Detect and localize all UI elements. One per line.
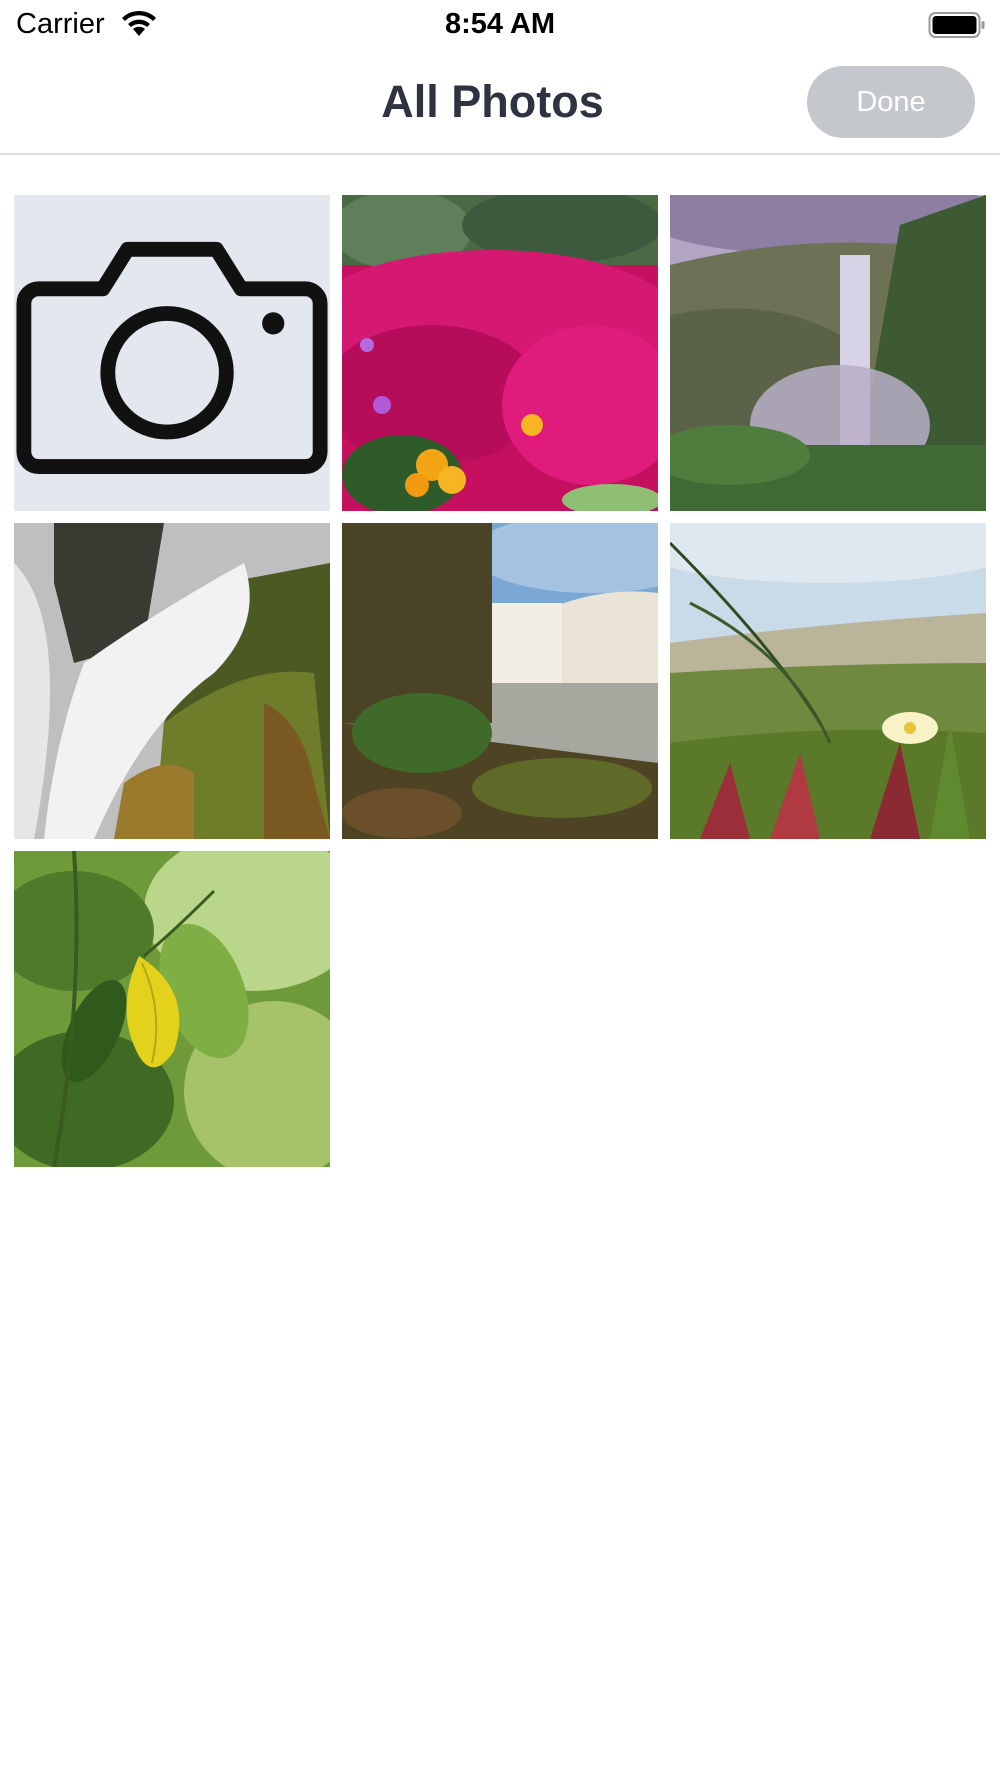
photo-thumbnail[interactable] <box>14 523 330 839</box>
photo-thumbnail[interactable] <box>342 195 658 511</box>
photo-thumbnail[interactable] <box>342 523 658 839</box>
beach-plant-photo <box>670 523 986 839</box>
yellow-leaf-photo <box>14 851 330 1167</box>
done-button[interactable]: Done <box>807 66 975 138</box>
camera-icon <box>16 241 328 474</box>
take-photo-tile[interactable] <box>14 195 330 511</box>
pink-flowers-photo <box>342 195 658 511</box>
photo-picker-screen: Carrier 8:54 AM All Photos Done <box>0 0 1000 1778</box>
waterfall-rocks-photo <box>14 523 330 839</box>
waterfall-river-photo <box>342 523 658 839</box>
nav-bar: All Photos Done <box>0 50 1000 155</box>
photo-thumbnail[interactable] <box>670 195 986 511</box>
photo-thumbnail[interactable] <box>670 523 986 839</box>
waterfall-cliff-photo <box>670 195 986 511</box>
clock: 8:54 AM <box>444 8 556 40</box>
status-bar: Carrier 8:54 AM <box>0 0 1000 50</box>
battery-icon <box>928 12 985 38</box>
photo-thumbnail[interactable] <box>14 851 330 1167</box>
